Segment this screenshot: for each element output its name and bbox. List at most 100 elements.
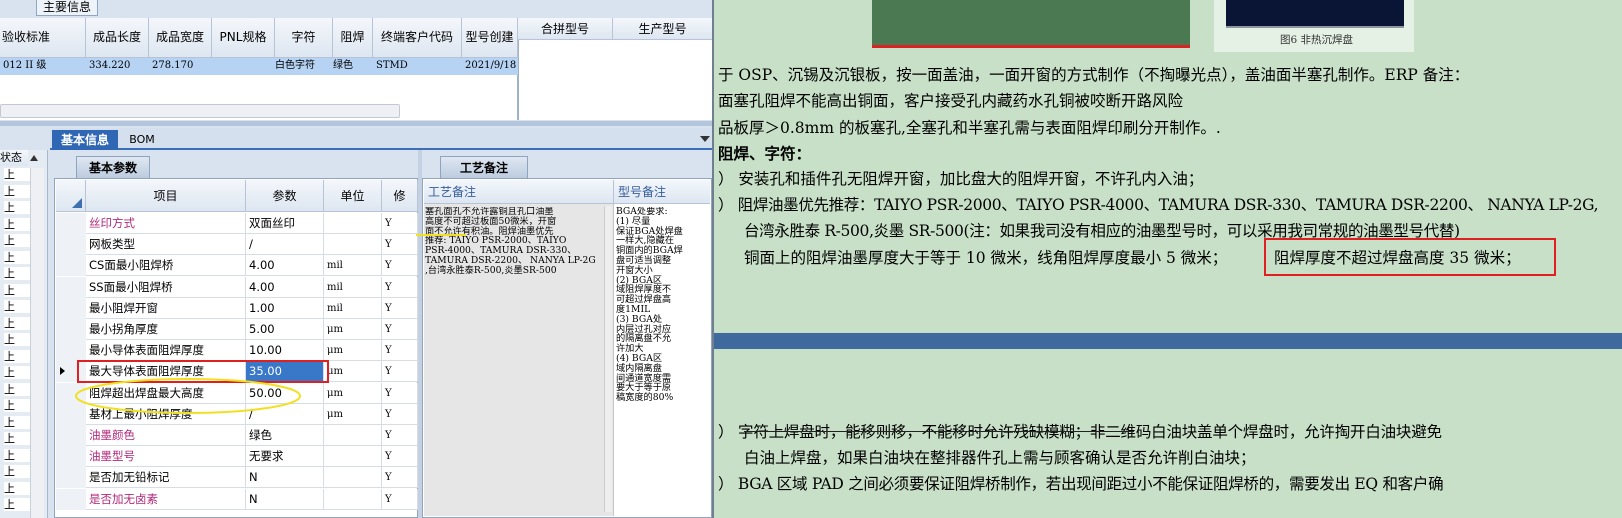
process-col-header[interactable]: 工艺备注 — [424, 180, 614, 204]
row-indicator[interactable] — [56, 234, 86, 256]
h-scrollbar[interactable] — [0, 104, 400, 118]
row-indicator[interactable] — [56, 340, 86, 362]
row-indicator[interactable] — [56, 276, 86, 298]
param-flag: Y — [382, 276, 418, 298]
param-row[interactable]: 是否加无铅标记 N Y — [56, 467, 428, 489]
status-row[interactable]: 上 — [4, 217, 30, 231]
tab-process-notes[interactable]: 工艺备注 — [440, 156, 528, 178]
model-col-header[interactable]: 型号备注 — [614, 180, 710, 204]
col-header-width[interactable]: 成品宽度 — [149, 18, 212, 58]
param-row[interactable]: 是否加无卤素 N Y — [56, 488, 428, 510]
status-row[interactable]: 上 — [4, 201, 30, 214]
row-indicator[interactable] — [56, 255, 86, 277]
status-row[interactable]: 上 — [4, 234, 30, 247]
row-indicator[interactable] — [56, 213, 86, 234]
param-value: 4.00 — [246, 276, 324, 298]
tab-bom[interactable]: BOM — [122, 130, 162, 150]
doc-line-12: ） BGA 区域 PAD 之间必须要保证阻焊桥制作，若出现间距过小不能保证阻焊桥… — [718, 475, 1444, 493]
param-item: 是否加无铅标记 — [86, 467, 246, 489]
row-indicator[interactable] — [56, 297, 86, 319]
page-break-bar — [714, 333, 1622, 349]
param-value: 双面丝印 — [246, 213, 324, 234]
status-row[interactable]: 上 — [4, 300, 30, 313]
status-row[interactable]: 上 — [4, 267, 30, 280]
col-header-length[interactable]: 成品长度 — [86, 18, 149, 58]
param-unit: μm — [324, 340, 382, 362]
status-row[interactable]: 上 — [4, 283, 30, 297]
col-header-prod-model[interactable]: 生产型号 — [613, 18, 712, 40]
col-header-pnl[interactable]: PNL规格 — [212, 18, 275, 58]
row-indicator[interactable] — [56, 467, 86, 489]
status-row[interactable]: 上 — [4, 316, 30, 330]
param-value: N — [246, 467, 324, 489]
status-row[interactable]: 上 — [4, 366, 30, 379]
doc-line-5: ） 安装孔和插件孔无阻焊开窗，加比盘大的阻焊开窗，不许孔内入油； — [718, 170, 1204, 188]
status-row[interactable]: 上 — [4, 382, 30, 396]
status-row[interactable]: 上 — [4, 184, 30, 198]
param-row[interactable]: SS面最小阻焊桥 4.00 mil Y — [56, 276, 428, 298]
param-item: SS面最小阻焊桥 — [86, 276, 246, 298]
splitter[interactable] — [0, 121, 712, 126]
col-header-customer[interactable]: 终端客户代码 — [373, 18, 462, 58]
col-header-char[interactable]: 字符 — [275, 18, 333, 58]
param-row[interactable]: CS面最小阻焊桥 4.00 mil Y — [56, 255, 428, 277]
param-row[interactable]: 油墨型号 无要求 Y — [56, 446, 428, 468]
doc-heading: 阻焊、字符： — [718, 144, 812, 163]
params-col-unit[interactable]: 单位 — [324, 180, 382, 212]
status-row[interactable]: 上 — [4, 415, 30, 429]
param-row[interactable]: 油墨颜色 绿色 Y — [56, 425, 428, 446]
param-row[interactable]: 丝印方式 双面丝印 Y — [56, 213, 428, 234]
param-row[interactable]: 最小阻焊开窗 1.00 mil Y — [56, 297, 428, 319]
note-scrollbar[interactable] — [604, 206, 612, 512]
status-row[interactable]: 上 — [4, 498, 30, 511]
col-header-mask[interactable]: 阻焊 — [333, 18, 373, 58]
cell-pnl — [212, 58, 275, 74]
param-unit: mil — [324, 255, 382, 277]
param-flag: Y — [382, 234, 418, 256]
params-col-item[interactable]: 项目 — [86, 180, 246, 212]
param-unit: μm — [324, 361, 382, 383]
params-col-flag[interactable]: 修 — [382, 180, 418, 212]
param-unit: μm — [324, 319, 382, 340]
param-item: 最小导体表面阻焊厚度 — [86, 340, 246, 362]
row-indicator[interactable] — [56, 319, 86, 340]
cell-acceptance: 012 II 级 — [3, 60, 47, 71]
param-row[interactable]: 最小拐角厚度 5.00 μm Y — [56, 319, 428, 340]
status-row[interactable]: 上 — [4, 432, 30, 445]
cell-customer: STMD — [376, 60, 408, 71]
row-indicator[interactable] — [56, 446, 86, 468]
param-flag: Y — [382, 382, 418, 404]
col-header-acceptance[interactable]: 验收标准 — [0, 18, 86, 58]
param-row[interactable]: 网板类型 / Y — [56, 234, 428, 256]
process-note-text: 塞孔面孔不允许露铜且孔口油墨 高度不可超过板面50微米，开窗 面不允许有积油。阻焊油… — [425, 207, 603, 276]
param-row[interactable]: 最小导体表面阻焊厚度 10.00 μm Y — [56, 340, 428, 362]
status-row[interactable]: 上 — [4, 481, 30, 495]
param-item: 油墨型号 — [86, 446, 246, 468]
row-indicator[interactable] — [56, 425, 86, 446]
status-row[interactable]: 上 — [4, 448, 30, 462]
dropdown-arrow-icon[interactable] — [700, 136, 710, 142]
tab-basic-info[interactable]: 基本信息 — [52, 130, 118, 150]
status-row[interactable]: 上 — [4, 333, 30, 346]
param-flag: Y — [382, 213, 418, 234]
param-flag: Y — [382, 467, 418, 489]
app-window: 主要信息 验收标准 成品长度 成品宽度 PNL规格 字符 阻焊 终端客户代码 型… — [0, 0, 712, 518]
status-scrollbar[interactable] — [30, 168, 44, 518]
document-view: 图6 非热沉焊盘 于 OSP、沉锡及沉银板，按一面盖油，一面开窗的方式制作（不掏… — [712, 0, 1622, 518]
subtab-basic-params[interactable]: 基本参数 — [76, 156, 150, 178]
param-item: 是否加无卤素 — [86, 488, 246, 510]
status-row[interactable]: 上 — [4, 349, 30, 363]
param-value: 10.00 — [246, 340, 324, 362]
up-arrow-icon[interactable] — [30, 155, 38, 161]
cell-length: 334.220 — [89, 60, 131, 71]
row-indicator[interactable] — [56, 488, 86, 510]
status-row[interactable]: 上 — [4, 168, 30, 181]
tab-main-info[interactable]: 主要信息 — [36, 0, 98, 16]
status-row[interactable]: 上 — [4, 465, 30, 478]
col-header-merge-model[interactable]: 合拼型号 — [518, 18, 613, 40]
col-header-created[interactable]: 型号创建时 — [462, 18, 518, 58]
status-row[interactable]: 上 — [4, 399, 30, 412]
params-col-value[interactable]: 参数 — [246, 180, 324, 212]
status-row[interactable]: 上 — [4, 250, 30, 264]
param-item: 最小拐角厚度 — [86, 319, 246, 340]
